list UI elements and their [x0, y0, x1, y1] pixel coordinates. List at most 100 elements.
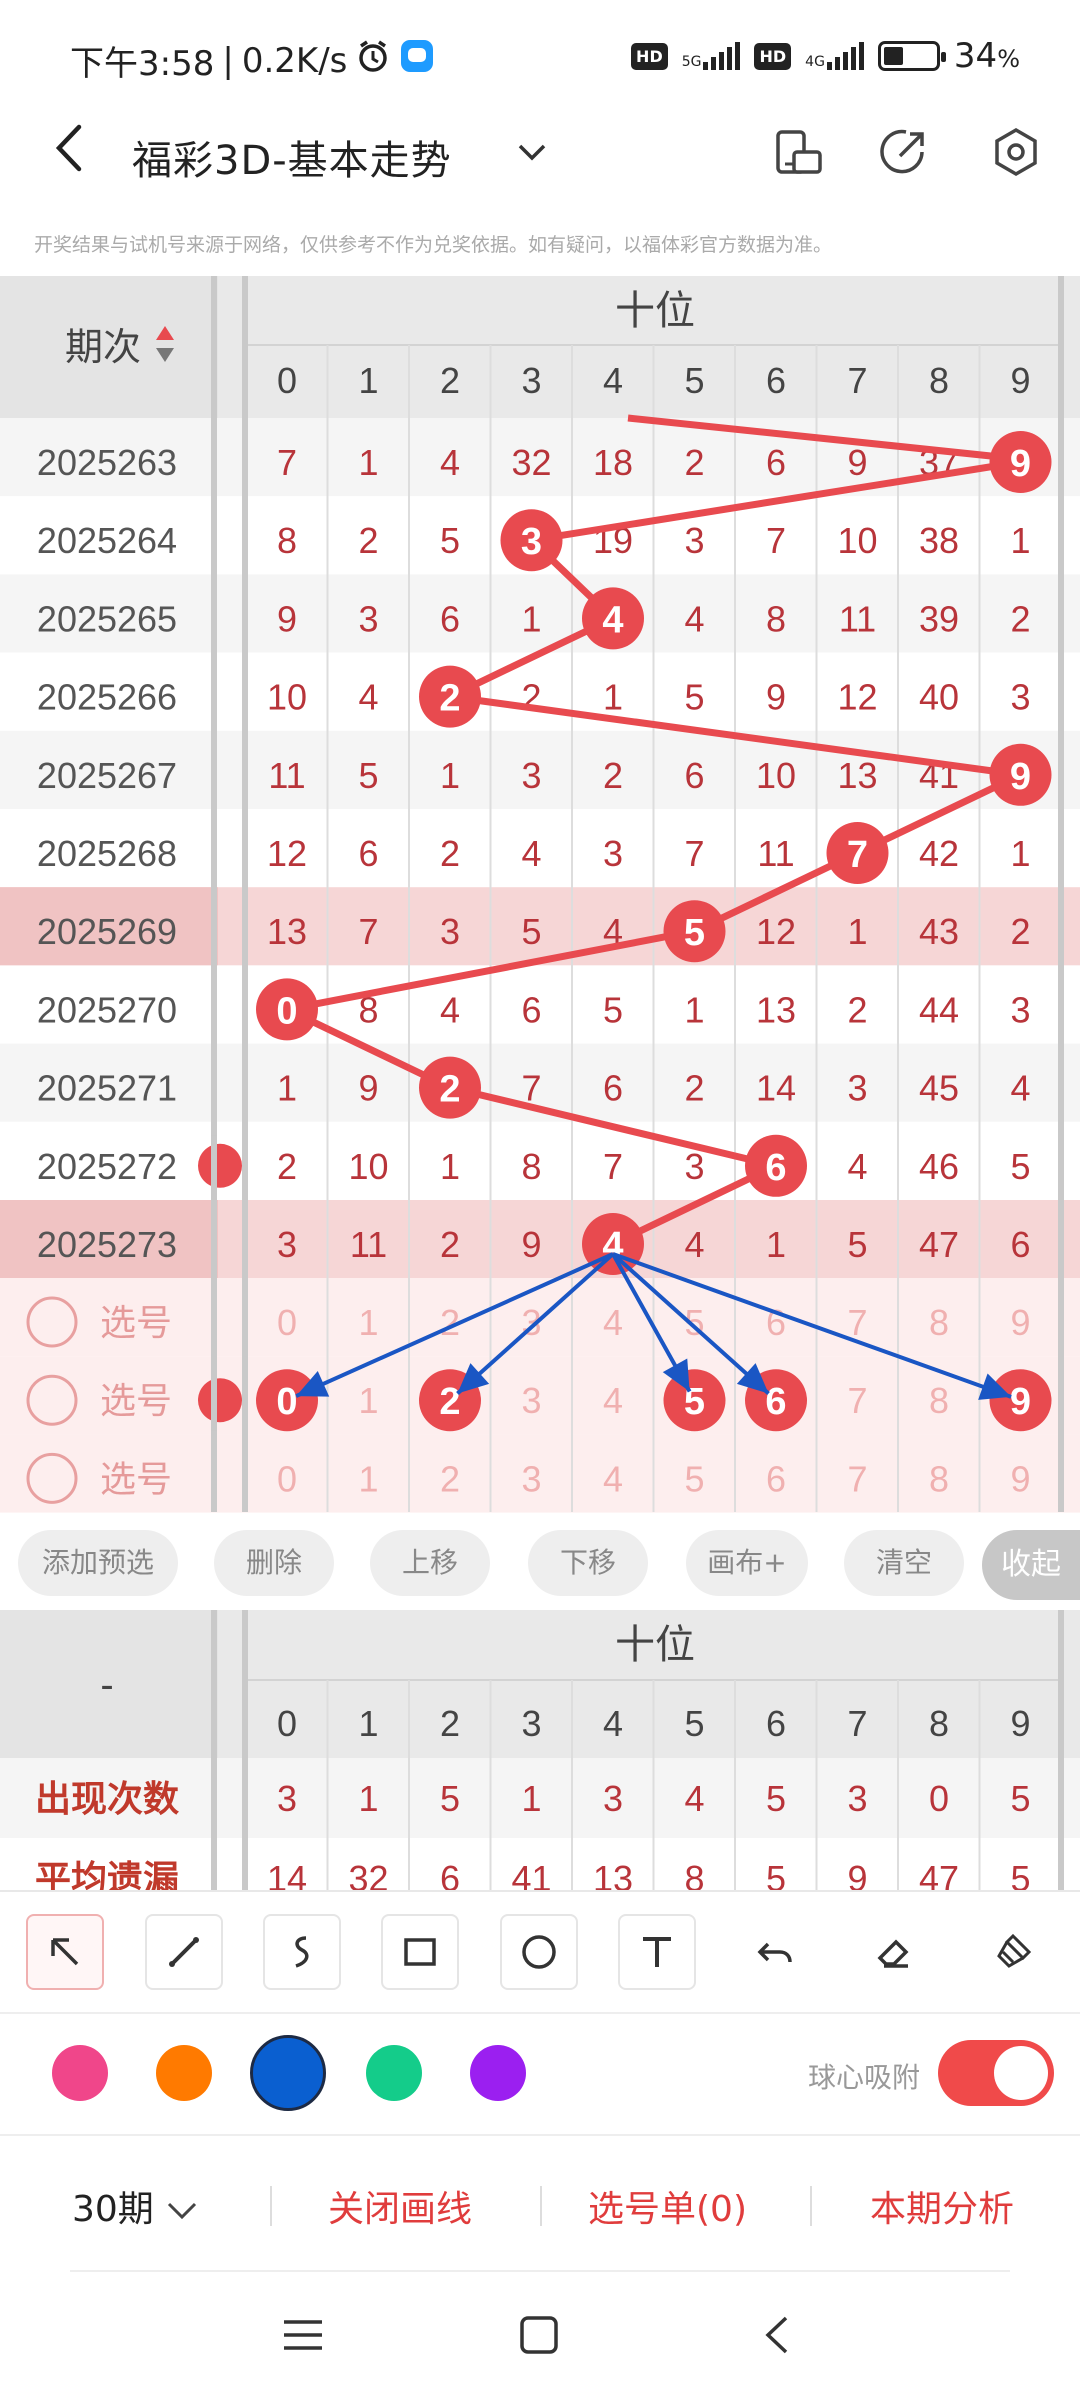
select-cell[interactable]: 7 [847, 1458, 867, 1499]
omission-cell[interactable]: 10 [348, 1146, 388, 1187]
omission-cell[interactable]: 13 [756, 989, 796, 1030]
omission-cell[interactable]: 43 [919, 911, 959, 952]
omission-cell[interactable]: 2 [277, 1146, 297, 1187]
select-cell[interactable]: 1 [358, 1302, 378, 1343]
omission-cell[interactable]: 10 [267, 677, 307, 718]
omission-cell[interactable]: 1 [1010, 520, 1030, 561]
select-cell[interactable]: 7 [847, 1302, 867, 1343]
select-cell[interactable]: 4 [603, 1380, 623, 1421]
action-button-2[interactable]: 上移 [370, 1530, 490, 1596]
omission-cell[interactable]: 1 [603, 677, 623, 718]
select-cell[interactable]: 9 [1010, 1458, 1030, 1499]
omission-cell[interactable]: 7 [603, 1146, 623, 1187]
omission-cell[interactable]: 42 [919, 833, 959, 874]
period-label[interactable]: 2025268 [37, 833, 177, 874]
action-button-4[interactable]: 画布+ [686, 1530, 808, 1596]
select-cell[interactable]: 5 [684, 1458, 704, 1499]
omission-cell[interactable]: 7 [684, 833, 704, 874]
action-button-5[interactable]: 清空 [844, 1530, 964, 1596]
omission-cell[interactable]: 6 [684, 755, 704, 796]
omission-cell[interactable]: 3 [1010, 989, 1030, 1030]
select-cell[interactable]: 4 [603, 1458, 623, 1499]
omission-cell[interactable]: 1 [277, 1068, 297, 1109]
select-cell[interactable]: 1 [358, 1458, 378, 1499]
select-cell[interactable]: 0 [277, 1302, 297, 1343]
omission-cell[interactable]: 2 [684, 442, 704, 483]
select-cell[interactable]: 8 [929, 1380, 949, 1421]
omission-cell[interactable]: 4 [358, 677, 378, 718]
period-label[interactable]: 2025269 [37, 911, 177, 952]
omission-cell[interactable]: 9 [358, 1068, 378, 1109]
period-count-dropdown[interactable]: 30期 [72, 2180, 199, 2232]
omission-cell[interactable]: 13 [837, 755, 877, 796]
omission-cell[interactable]: 5 [847, 1224, 867, 1265]
omission-cell[interactable]: 1 [1010, 833, 1030, 874]
omission-cell[interactable]: 5 [684, 677, 704, 718]
omission-cell[interactable]: 9 [766, 677, 786, 718]
omission-cell[interactable]: 1 [358, 442, 378, 483]
period-header[interactable]: 期次 [65, 327, 141, 369]
tool-undo-button[interactable] [737, 1914, 815, 1990]
omission-cell[interactable]: 18 [593, 442, 633, 483]
omission-cell[interactable]: 32 [511, 442, 551, 483]
omission-cell[interactable]: 10 [756, 755, 796, 796]
omission-cell[interactable]: 7 [358, 911, 378, 952]
omission-cell[interactable]: 3 [358, 598, 378, 639]
omission-cell[interactable]: 3 [684, 1146, 704, 1187]
omission-cell[interactable]: 11 [268, 755, 305, 796]
omission-cell[interactable]: 10 [837, 520, 877, 561]
omission-cell[interactable]: 2 [358, 520, 378, 561]
select-cell[interactable]: 1 [358, 1380, 378, 1421]
omission-cell[interactable]: 1 [521, 598, 541, 639]
omission-cell[interactable]: 2 [1010, 911, 1030, 952]
tool-circle-button[interactable] [500, 1914, 578, 1990]
period-label[interactable]: 2025265 [37, 598, 177, 639]
select-cell[interactable]: 4 [603, 1302, 623, 1343]
select-cell[interactable]: 3 [521, 1380, 541, 1421]
omission-cell[interactable]: 5 [440, 520, 460, 561]
select-cell[interactable]: 8 [929, 1302, 949, 1343]
period-label[interactable]: 2025263 [37, 442, 177, 483]
select-cell[interactable]: 0 [277, 1458, 297, 1499]
omission-cell[interactable]: 3 [684, 520, 704, 561]
close-lines-button[interactable]: 关闭画线 [328, 2180, 472, 2232]
tool-eraser-button[interactable] [855, 1914, 933, 1990]
omission-cell[interactable]: 46 [919, 1146, 959, 1187]
omission-cell[interactable]: 4 [1010, 1068, 1030, 1109]
back-nav-button[interactable] [754, 2310, 804, 2360]
omission-cell[interactable]: 45 [919, 1068, 959, 1109]
omission-cell[interactable]: 9 [521, 1224, 541, 1265]
omission-cell[interactable]: 12 [267, 833, 307, 874]
omission-cell[interactable]: 2 [1010, 598, 1030, 639]
omission-cell[interactable]: 5 [1010, 1146, 1030, 1187]
select-cell[interactable]: 3 [521, 1458, 541, 1499]
tool-rectangle-button[interactable] [381, 1914, 459, 1990]
omission-cell[interactable]: 14 [756, 1068, 796, 1109]
omission-cell[interactable]: 2 [440, 833, 460, 874]
omission-cell[interactable]: 44 [919, 989, 959, 1030]
omission-cell[interactable]: 6 [440, 598, 460, 639]
omission-cell[interactable]: 3 [277, 1224, 297, 1265]
omission-cell[interactable]: 39 [919, 598, 959, 639]
omission-cell[interactable]: 13 [267, 911, 307, 952]
analysis-button[interactable]: 本期分析 [870, 2180, 1014, 2232]
period-label[interactable]: 2025273 [37, 1224, 177, 1265]
omission-cell[interactable]: 3 [603, 833, 623, 874]
omission-cell[interactable]: 1 [766, 1224, 786, 1265]
omission-cell[interactable]: 5 [358, 755, 378, 796]
omission-cell[interactable]: 3 [1010, 677, 1030, 718]
period-label[interactable]: 2025266 [37, 677, 177, 718]
omission-cell[interactable]: 6 [603, 1068, 623, 1109]
omission-cell[interactable]: 4 [440, 989, 460, 1030]
tool-line-button[interactable] [145, 1914, 223, 1990]
period-label[interactable]: 2025264 [37, 520, 177, 561]
omission-cell[interactable]: 2 [684, 1068, 704, 1109]
tool-select-arrow-button[interactable] [26, 1914, 104, 1990]
omission-cell[interactable]: 4 [521, 833, 541, 874]
color-swatch-2[interactable] [250, 2035, 326, 2111]
color-swatch-0[interactable] [52, 2045, 108, 2101]
omission-cell[interactable]: 12 [756, 911, 796, 952]
action-button-3[interactable]: 下移 [528, 1530, 648, 1596]
select-cell[interactable]: 6 [766, 1458, 786, 1499]
omission-cell[interactable]: 6 [1010, 1224, 1030, 1265]
